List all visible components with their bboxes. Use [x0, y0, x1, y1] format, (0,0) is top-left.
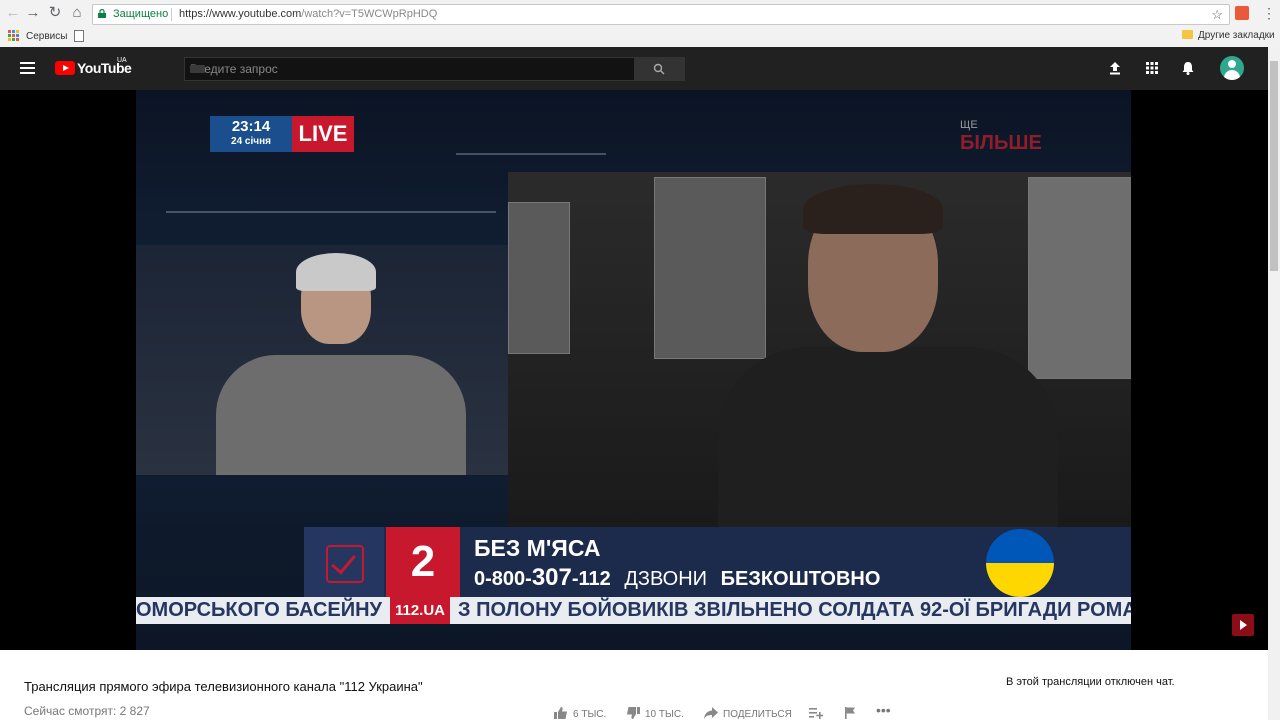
apps-grid-icon[interactable] [8, 30, 19, 41]
notifications-bell-icon[interactable] [1180, 60, 1196, 76]
extension-icon[interactable] [1235, 6, 1249, 20]
dislike-button[interactable]: 10 ТЫС. [626, 707, 684, 720]
lower-third-title: БЕЗ М'ЯСА [474, 535, 601, 561]
bookmark-apps[interactable]: Сервисы [26, 31, 67, 42]
checkbox-graphic [304, 527, 384, 597]
lower-third-phone: 0-800-307-112 ДЗВОНИ БЕЗКОШТОВНО [474, 564, 880, 592]
guest-left-camera [136, 245, 543, 475]
youtube-play-icon [55, 61, 75, 75]
check-icon [326, 545, 364, 583]
dislike-count: 10 ТЫС. [645, 709, 684, 720]
folder-icon [1182, 30, 1193, 39]
video-player[interactable]: 23:14 24 січня LIVE ЩЕ БІЛЬШЕ 2 БЕЗ М'ЯС… [0, 90, 1268, 650]
more-actions-icon[interactable]: ••• [876, 702, 891, 718]
video-frame[interactable]: 23:14 24 січня LIVE ЩЕ БІЛЬШЕ 2 БЕЗ М'ЯС… [136, 90, 1131, 650]
phone-suffix: -112 [571, 568, 611, 590]
url-host: https://www.youtube.com [179, 8, 302, 20]
like-count: 6 ТЫС. [573, 709, 607, 720]
other-bookmarks[interactable]: Другие закладки [1182, 30, 1275, 41]
guest-right-camera [508, 172, 1131, 527]
url-text[interactable]: https://www.youtube.com/watch?v=T5WCWpRp… [179, 5, 437, 24]
bookmark-document-icon[interactable] [74, 30, 84, 42]
share-button[interactable]: ПОДЕЛИТЬСЯ [704, 707, 792, 720]
news-ticker: ОМОРСЬКОГО БАСЕЙНУ 112.UA З ПОЛОНУ БОЙОВ… [136, 597, 1131, 624]
other-bookmarks-label: Другие закладки [1198, 30, 1275, 41]
upload-icon[interactable] [1107, 60, 1123, 76]
clock-date: 24 січня [231, 136, 271, 147]
youtube-region: UA [117, 57, 127, 64]
add-to-playlist-button[interactable] [809, 707, 828, 720]
thumbs-up-icon [554, 707, 567, 719]
youtube-header: YouTube UA Введите запрос [0, 47, 1268, 90]
search-button[interactable] [634, 57, 685, 81]
phone-prefix: 0-800- [474, 568, 532, 590]
back-icon[interactable]: ← [4, 4, 22, 22]
phone-main: 307 [531, 564, 572, 591]
share-icon [704, 707, 718, 719]
wall-photo [654, 177, 766, 359]
calls-label: ДЗВОНИ [624, 568, 708, 590]
youtube-watermark-icon[interactable] [1232, 614, 1254, 636]
watermark-main: БІЛЬШЕ [960, 132, 1042, 154]
address-separator [171, 8, 172, 21]
flag-icon [845, 707, 855, 719]
lower-third-banner: 2 БЕЗ М'ЯСА 0-800-307-112 ДЗВОНИ БЕЗКОШТ… [304, 527, 1131, 597]
browser-menu-icon[interactable]: ⋮ [1262, 5, 1276, 22]
address-bar[interactable]: Защищено https://www.youtube.com/watch?v… [92, 4, 1230, 25]
browser-chrome: ← → ↻ ⌂ Защищено https://www.youtube.com… [0, 0, 1280, 48]
keyboard-icon[interactable] [190, 65, 205, 73]
guest-right-hair [803, 184, 943, 234]
secure-label: Защищено [113, 8, 169, 20]
scrollbar-thumb[interactable] [1270, 61, 1278, 271]
url-path: /watch?v=T5WCWpRpHDQ [301, 8, 438, 20]
background-line [456, 153, 606, 155]
video-title: Трансляция прямого эфира телевизионного … [24, 679, 423, 694]
share-label: ПОДЕЛИТЬСЯ [723, 709, 792, 720]
free-label: БЕЗКОШТОВНО [720, 568, 881, 590]
report-button[interactable] [844, 707, 861, 720]
lock-icon [98, 9, 106, 18]
apps-icon[interactable] [1144, 60, 1160, 76]
menu-icon[interactable] [20, 62, 35, 74]
background-line [166, 211, 496, 213]
chat-disabled-notice: В этой трансляции отключен чат. [1006, 676, 1175, 688]
guest-left-body [216, 355, 466, 475]
search-input[interactable]: Введите запрос [184, 57, 636, 81]
playlist-add-icon [809, 708, 824, 719]
viewer-count: Сейчас смотрят: 2 827 [24, 704, 150, 718]
ticker-right-text: З ПОЛОНУ БОЙОВИКІВ ЗВІЛЬНЕНО СОЛДАТА 92-… [458, 599, 1131, 621]
search-icon [653, 63, 665, 75]
home-icon[interactable]: ⌂ [68, 4, 86, 22]
clock-time: 23:14 [231, 118, 271, 135]
ticker-left-text: ОМОРСЬКОГО БАСЕЙНУ [136, 599, 382, 621]
guest-left-hair [296, 253, 376, 291]
live-badge: LIVE [292, 116, 354, 152]
wall-photo [508, 202, 570, 354]
bookmark-star-icon[interactable]: ☆ [1211, 5, 1223, 24]
thumbs-down-icon [627, 707, 640, 719]
ukraine-flag-icon [986, 529, 1054, 597]
bookmarks-bar: Сервисы Другие закладки [0, 28, 1280, 46]
like-button[interactable]: 6 ТЫС. [554, 707, 606, 720]
reload-icon[interactable]: ↻ [46, 4, 64, 22]
guest-right-body [718, 347, 1058, 527]
wall-photo [1028, 177, 1131, 379]
forward-icon[interactable]: → [24, 4, 42, 22]
page-scrollbar[interactable] [1268, 47, 1280, 720]
account-avatar[interactable] [1220, 56, 1244, 80]
channel-watermark: ЩЕ БІЛЬШЕ [960, 116, 1042, 154]
vote-number: 2 [386, 527, 460, 597]
broadcast-clock: 23:14 24 січня [210, 116, 292, 152]
ticker-logo: 112.UA [390, 597, 450, 624]
